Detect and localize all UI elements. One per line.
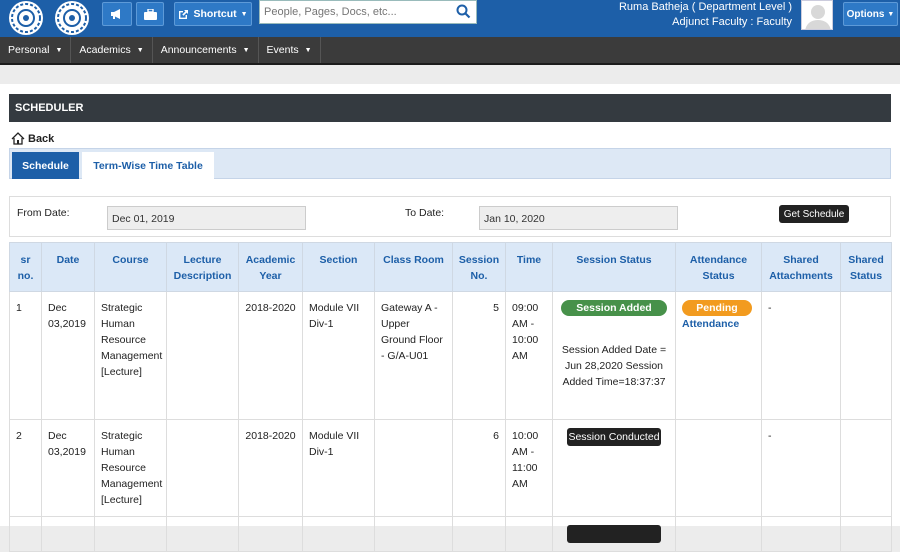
cell-shared-status [840, 291, 892, 420]
cell-time: 09:00 AM - 10:00 AM [505, 291, 553, 420]
options-label: Options [846, 8, 885, 20]
search-input[interactable] [260, 1, 450, 23]
menu-label: Events [266, 44, 299, 56]
menu-academics[interactable]: Academics ▼ [71, 37, 153, 63]
header-section: Section [302, 242, 375, 292]
header-attendance: Attendance Status [675, 242, 762, 292]
caret-down-icon: ▼ [136, 46, 144, 54]
back-link[interactable]: Back [11, 132, 54, 145]
cell-session-status: Session Added Session Added Date = Jun 2… [552, 291, 676, 420]
tab-term-wise-time-table[interactable]: Term-Wise Time Table [82, 152, 214, 179]
menu-personal[interactable]: Personal ▼ [0, 37, 72, 63]
from-date-label: From Date: [17, 207, 70, 219]
cell-lecture [166, 419, 239, 517]
pending-badge[interactable]: Pending [682, 300, 752, 316]
caret-down-icon: ▼ [242, 46, 250, 54]
back-label: Back [28, 132, 55, 145]
announcement-button[interactable] [102, 2, 132, 26]
from-date-field[interactable]: Dec 01, 2019 [107, 206, 306, 230]
main-menu: Personal ▼ Academics ▼ Announcements ▼ Even… [0, 37, 900, 65]
header-course: Course [94, 242, 167, 292]
cell-sr: 1 [9, 291, 42, 420]
table-row: 2 Dec 03,2019 Strategic Human Resource M… [9, 419, 892, 517]
menu-label: Announcements [160, 44, 237, 56]
user-silhouette-icon [802, 1, 832, 29]
get-schedule-button[interactable]: Get Schedule [779, 205, 849, 223]
search-box[interactable] [259, 0, 477, 24]
cell-year: 2018-2020 [238, 419, 303, 517]
header-status: Session Status [552, 242, 676, 292]
home-icon [11, 132, 25, 145]
header-attachments: Shared Attachments [761, 242, 841, 292]
cell-date: Dec 03,2019 [41, 291, 95, 420]
attendance-link[interactable]: Attendance [682, 316, 755, 332]
tab-bar: Schedule Term-Wise Time Table [9, 148, 891, 179]
cell-session: 6 [452, 419, 506, 517]
megaphone-icon [111, 9, 120, 19]
cell-year: 2018-2020 [238, 291, 303, 420]
page-title: SCHEDULER [9, 94, 891, 122]
briefcase-button[interactable] [136, 2, 164, 26]
cell-section: Module VII Div-1 [302, 291, 375, 420]
chevron-down-icon: ▼ [887, 10, 895, 18]
cell-attachments: - [761, 291, 841, 420]
user-name: Ruma Batheja ( Department Level ) [618, 1, 792, 13]
cell-room: Gateway A - Upper Ground Floor - G/A-U01 [374, 291, 453, 420]
secondary-logo-icon[interactable] [50, 0, 94, 36]
external-link-icon [179, 9, 189, 19]
cell-session-status: Session Conducted [552, 419, 676, 517]
table-header-row: sr no. Date Course Lecture Description A… [9, 242, 892, 292]
cell-attendance [675, 419, 762, 517]
session-added-badge: Session Added [561, 300, 667, 316]
header-lecture: Lecture Description [166, 242, 239, 292]
institution-logo-icon[interactable] [4, 0, 48, 36]
menu-announcements[interactable]: Announcements ▼ [153, 37, 259, 63]
schedule-table: sr no. Date Course Lecture Description A… [9, 242, 892, 552]
caret-down-icon: ▼ [304, 46, 312, 54]
cell-course: Strategic Human Resource Management [Lec… [94, 291, 167, 420]
search-icon[interactable] [456, 4, 471, 19]
header-time: Time [505, 242, 553, 292]
to-date-label: To Date: [405, 207, 445, 219]
cell-attendance: Pending Attendance [675, 291, 762, 420]
shortcut-button[interactable]: Shortcut ▼ [174, 2, 252, 26]
header-date: Date [41, 242, 95, 292]
cell-date: Dec 03,2019 [41, 419, 95, 517]
header-year: Academic Year [238, 242, 303, 292]
caret-down-icon: ▼ [55, 46, 63, 54]
options-button[interactable]: Options ▼ [843, 2, 898, 26]
session-added-detail: Session Added Date = Jun 28,2020 Session… [561, 344, 667, 388]
header-shared-status: Shared Status [840, 242, 892, 292]
cell-time: 10:00 AM - 11:00 AM [505, 419, 553, 517]
scheduler-panel: SCHEDULER Back Schedule Term-Wise Time T… [0, 84, 900, 552]
menu-label: Academics [79, 44, 131, 56]
cell-session: 5 [452, 291, 506, 420]
cell-room [374, 419, 453, 517]
cell-attachments: - [761, 419, 841, 517]
table-row: 1 Dec 03,2019 Strategic Human Resource M… [9, 291, 892, 420]
cell-course: Strategic Human Resource Management [Lec… [94, 419, 167, 517]
date-filter: From Date: Dec 01, 2019 To Date: Jan 10,… [9, 196, 891, 237]
briefcase-icon [143, 8, 157, 20]
header-room: Class Room [374, 242, 453, 292]
user-info[interactable]: Ruma Batheja ( Department Level ) Adjunc… [619, 0, 792, 30]
session-conducted-badge[interactable]: Session Conducted [567, 428, 661, 446]
avatar[interactable] [801, 0, 833, 30]
top-header: Shortcut ▼ Ruma Batheja ( Department Lev… [0, 0, 900, 37]
table-row [9, 516, 892, 552]
to-date-field[interactable]: Jan 10, 2020 [479, 206, 678, 230]
cell-section: Module VII Div-1 [302, 419, 375, 517]
header-sr: sr no. [9, 242, 42, 292]
cell-sr: 2 [9, 419, 42, 517]
menu-events[interactable]: Events ▼ [259, 37, 321, 63]
cell-lecture [166, 291, 239, 420]
chevron-down-icon: ▼ [240, 10, 248, 18]
header-session: Session No. [452, 242, 506, 292]
cell-shared-status [840, 419, 892, 517]
session-status-badge[interactable] [567, 525, 661, 543]
menu-label: Personal [8, 44, 50, 56]
shortcut-label: Shortcut [193, 8, 237, 20]
user-role: Adjunct Faculty : Faculty [672, 16, 792, 28]
tab-schedule[interactable]: Schedule [12, 152, 79, 179]
